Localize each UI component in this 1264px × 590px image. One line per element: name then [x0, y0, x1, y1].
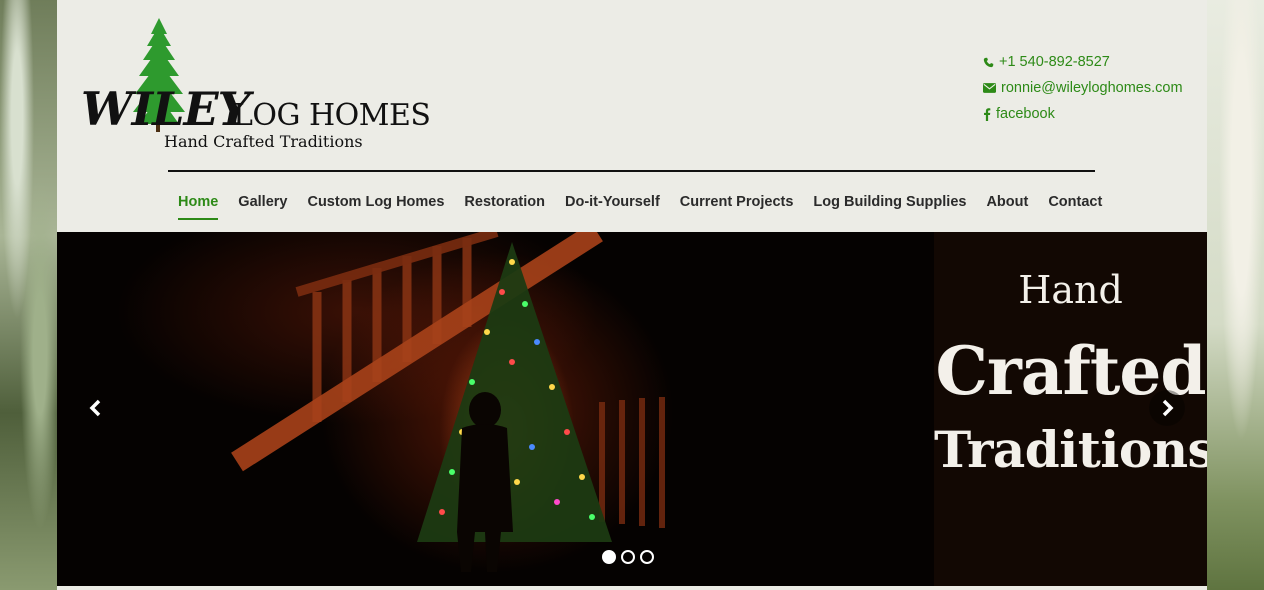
page-container: WILEY LOG HOMES Hand Crafted Traditions … — [57, 0, 1207, 590]
nav-item-custom-log-homes[interactable]: Custom Log Homes — [297, 182, 454, 222]
contact-info: +1 540-892-8527 ronnie@wileyloghomes.com… — [983, 49, 1183, 127]
nav-item-contact[interactable]: Contact — [1038, 182, 1112, 222]
slide-image — [57, 232, 934, 586]
hero-slider: Hand Crafted Traditions — [57, 232, 1207, 586]
phone-icon — [983, 57, 994, 67]
nav-item-restoration[interactable]: Restoration — [454, 182, 555, 222]
phone-number: +1 540-892-8527 — [999, 54, 1110, 70]
slide-heading-line1: Hand — [1018, 268, 1123, 312]
nav-item-do-it-yourself[interactable]: Do-it-Yourself — [555, 182, 670, 222]
christmas-tree-scene — [231, 232, 665, 572]
logo-subtitle: LOG HOMES — [233, 98, 431, 133]
slider-next-button[interactable] — [1149, 390, 1185, 426]
nav-item-about[interactable]: About — [976, 182, 1038, 222]
slider-dot-3[interactable] — [640, 550, 654, 564]
slider-dot-2[interactable] — [621, 550, 635, 564]
email-link[interactable]: ronnie@wileyloghomes.com — [983, 75, 1183, 101]
logo-wordmark: WILEY — [81, 82, 250, 136]
chevron-right-icon — [1162, 399, 1174, 417]
phone-link[interactable]: +1 540-892-8527 — [983, 49, 1183, 75]
site-logo[interactable]: WILEY LOG HOMES Hand Crafted Traditions — [81, 16, 441, 156]
nav-item-current-projects[interactable]: Current Projects — [670, 182, 804, 222]
slide-heading-line3: Traditions — [934, 420, 1207, 479]
slider-pagination — [602, 550, 654, 564]
slider-prev-button[interactable] — [78, 390, 114, 426]
background-forest-right — [1207, 0, 1264, 590]
nav-item-gallery[interactable]: Gallery — [228, 182, 297, 222]
background-forest-left — [0, 0, 57, 590]
chevron-left-icon — [89, 399, 101, 417]
facebook-icon — [984, 107, 991, 121]
main-nav: Home Gallery Custom Log Homes Restoratio… — [168, 182, 1112, 222]
nav-item-home[interactable]: Home — [168, 182, 228, 222]
nav-divider — [168, 170, 1095, 172]
facebook-label: facebook — [996, 106, 1055, 122]
slider-dot-1[interactable] — [602, 550, 616, 564]
site-header: WILEY LOG HOMES Hand Crafted Traditions … — [57, 0, 1207, 232]
nav-item-log-building-supplies[interactable]: Log Building Supplies — [803, 182, 976, 222]
facebook-link[interactable]: facebook — [983, 101, 1183, 127]
email-address: ronnie@wileyloghomes.com — [1001, 80, 1183, 96]
envelope-icon — [983, 83, 996, 93]
logo-tagline: Hand Crafted Traditions — [164, 132, 363, 151]
